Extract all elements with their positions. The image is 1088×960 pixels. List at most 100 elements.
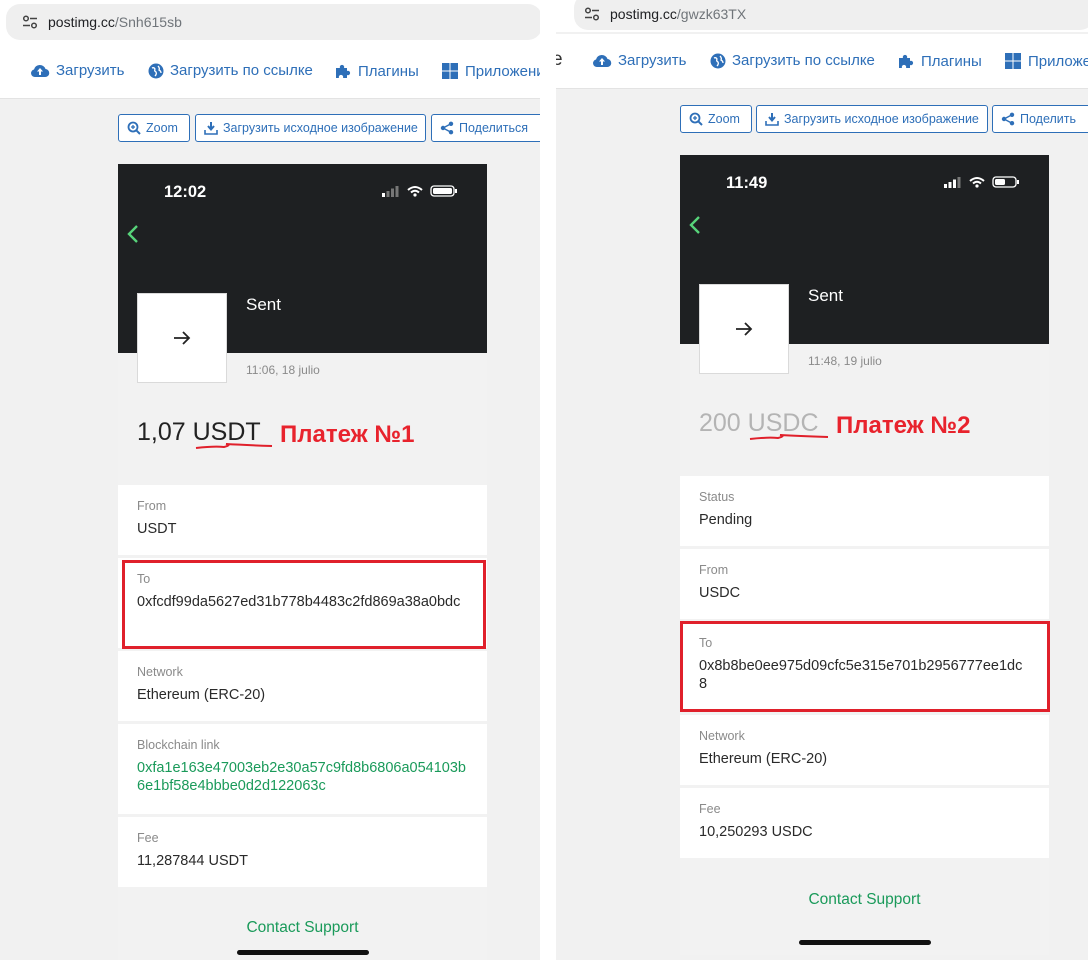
detail-row-status: Status Pending [680,476,1049,546]
wifi-icon [969,177,985,188]
zoom-button[interactable]: Zoom [680,105,752,133]
puzzle-icon [899,54,914,68]
wifi-icon [407,186,423,197]
transaction-details: From USDT To 0xfcdf99da5627ed31b778b4483… [118,485,487,890]
home-indicator [237,950,369,955]
nav-upload-url[interactable]: Загрузить по ссылке [148,62,313,79]
arrow-right-icon [736,322,753,336]
nav-upload-url-label: Загрузить по ссылке [732,52,875,69]
detail-label: Network [137,665,183,679]
zoom-label: Zoom [708,112,740,126]
download-original-button[interactable]: Загрузить исходное изображение [195,114,426,142]
browser-url-bar: postimg.cc/gwzk63TX [556,0,1088,32]
status-time: 11:49 [726,174,768,192]
detail-row-from: From USDT [118,485,487,555]
cropped-logo: e [556,49,563,70]
share-label: Поделиться [459,121,529,135]
detail-label: Status [699,490,735,504]
detail-value: 10,250293 USDC [699,824,813,840]
amount-number: 1,07 [137,418,186,446]
site-nav: e Загрузить Загрузить по ссылке Плагины … [556,34,1088,89]
contact-support-link[interactable]: Contact Support [118,919,487,937]
back-arrow-icon[interactable] [127,224,139,244]
nav-plugins[interactable]: Плагины [897,52,982,70]
tune-icon[interactable] [22,15,38,29]
sent-icon-box [137,293,227,383]
detail-label: Fee [137,831,159,845]
zoom-button[interactable]: Zoom [118,114,190,142]
detail-value: USDT [137,521,177,537]
detail-value: Pending [699,512,753,528]
tune-icon[interactable] [584,7,600,21]
nav-apps[interactable]: Приложени [441,62,540,80]
url-path: /Snh615sb [114,14,182,30]
red-underline-mark [749,434,829,440]
transaction-type: Sent [808,286,843,305]
share-icon [440,121,454,135]
zoom-icon [689,112,703,126]
download-icon [765,113,779,126]
payment-annotation: Платеж №1 [280,421,415,448]
cloud-upload-icon [593,54,612,67]
cloud-upload-icon [31,64,50,77]
windows-icon [1005,53,1021,69]
nav-apps-label: Приложени [465,62,540,80]
screenshot-left: postimg.cc/Snh615sb Загрузить Загрузить … [0,0,540,960]
nav-upload-url[interactable]: Загрузить по ссылке [710,52,875,69]
puzzle-icon [336,64,351,78]
nav-plugins-label: Плагины [921,52,982,70]
contact-support-link[interactable]: Contact Support [680,891,1049,909]
detail-label: Network [699,729,745,743]
highlight-box [122,560,486,649]
detail-row-network: Network Ethereum (ERC-20) [680,715,1049,785]
nav-upload-label: Загрузить [618,52,687,69]
download-icon [204,122,218,135]
blockchain-link[interactable]: 0xfa1e163e47003eb2e30a57c9fd8b6806a05410… [137,759,468,795]
signal-icon [382,186,399,197]
nav-apps[interactable]: Приложе [1004,52,1088,70]
share-icon [1001,112,1015,126]
browser-url-bar: postimg.cc/Snh615sb [0,0,540,46]
globe-icon [710,53,726,68]
url-host: postimg.cc [48,14,115,30]
sent-icon-box [699,284,789,374]
detail-row-from: From USDC [680,549,1049,619]
red-underline-mark [195,443,273,449]
transaction-date: 11:06, 18 julio [246,363,320,377]
payment-annotation: Платеж №2 [836,412,971,439]
highlight-box [680,621,1050,712]
detail-value: 11,287844 USDT [137,853,248,869]
share-button[interactable]: Поделиться [431,114,540,142]
nav-plugins[interactable]: Плагины [334,62,419,80]
status-icons [382,185,457,197]
share-button[interactable]: Поделить [992,105,1088,133]
arrow-right-icon [174,331,191,345]
status-icons [944,176,1019,188]
url-host: postimg.cc [610,6,677,22]
url-text[interactable]: postimg.cc/gwzk63TX [610,6,746,22]
url-path: /gwzk63TX [676,6,747,22]
share-label: Поделить [1020,112,1077,126]
detail-value: Ethereum (ERC-20) [137,687,266,703]
detail-value: Ethereum (ERC-20) [699,751,828,767]
detail-label: From [137,499,167,513]
download-label: Загрузить исходное изображение [784,112,979,126]
transaction-date: 11:48, 19 julio [808,354,882,368]
site-nav: Загрузить Загрузить по ссылке Плагины Пр… [0,46,540,99]
transaction-type: Sent [246,295,281,314]
detail-value: USDC [699,585,741,601]
zoom-label: Zoom [146,121,178,135]
amount-number: 200 [699,409,741,437]
download-original-button[interactable]: Загрузить исходное изображение [756,105,988,133]
phone-screenshot-2: 11:49 Sent 11:48, 19 julio 200 USDC Плат… [680,155,1049,955]
nav-upload[interactable]: Загрузить [30,62,125,79]
nav-apps-label: Приложе [1028,52,1088,70]
detail-label: From [699,563,729,577]
url-text[interactable]: postimg.cc/Snh615sb [48,14,182,30]
nav-upload[interactable]: Загрузить [592,52,687,69]
detail-row-fee: Fee 11,287844 USDT [118,817,487,887]
nav-upload-url-label: Загрузить по ссылке [170,62,313,79]
nav-upload-label: Загрузить [56,62,125,79]
globe-icon [148,63,164,78]
back-arrow-icon[interactable] [689,215,701,235]
